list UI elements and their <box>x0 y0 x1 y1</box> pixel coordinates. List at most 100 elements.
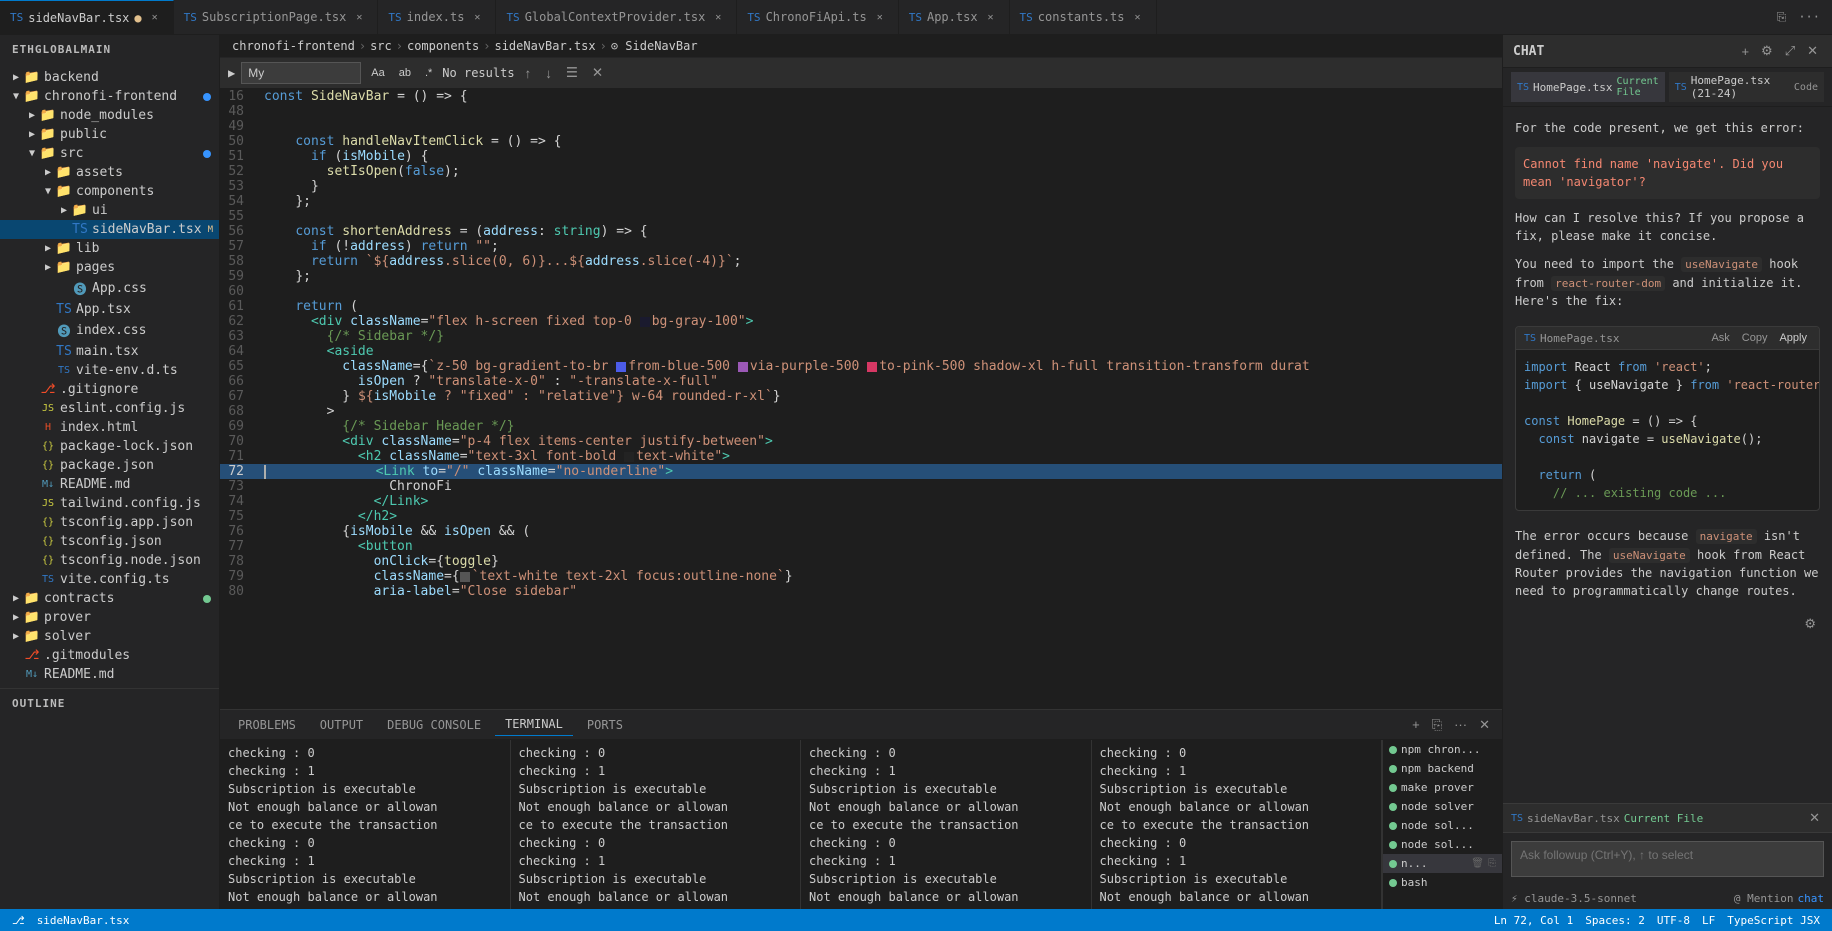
settings-chat-button[interactable]: ⚙ <box>1757 41 1777 61</box>
tab-sideNavBar[interactable]: TS sideNavBar.tsx ● ✕ <box>0 0 174 35</box>
sidebar-item-src[interactable]: ▼ 📁 src <box>0 144 219 163</box>
search-close-icon[interactable]: ▶ <box>228 66 235 80</box>
tab-close-icon[interactable]: ✕ <box>147 10 163 26</box>
sidebar-item-main-tsx[interactable]: TS main.tsx <box>0 342 219 361</box>
sidebar-item-index-html[interactable]: H index.html <box>0 418 219 437</box>
tab-close-icon[interactable]: ✕ <box>469 9 485 25</box>
ask-button[interactable]: Ask <box>1707 331 1733 345</box>
process-label: make prover <box>1401 781 1474 794</box>
process-split[interactable]: ⎘ <box>1488 858 1496 869</box>
sidebar-item-prover[interactable]: ▶ 📁 prover <box>0 608 219 627</box>
terminal-line: Not enough balance or allowan <box>1100 798 1374 816</box>
sidebar-item-sideNavBar[interactable]: TS sideNavBar.tsx M <box>0 220 219 239</box>
tab-appTsx[interactable]: TS App.tsx ✕ <box>899 0 1010 35</box>
process-action[interactable]: 🗑 <box>1471 858 1484 869</box>
terminal-process-npm-backend[interactable]: npm backend <box>1383 759 1502 778</box>
sidebar-item-ui[interactable]: ▶ 📁 ui <box>0 201 219 220</box>
sidebar-item-lib[interactable]: ▶ 📁 lib <box>0 239 219 258</box>
chat-mention-button[interactable]: @ Mention <box>1734 892 1794 905</box>
search-input[interactable] <box>241 62 361 84</box>
sidebar-item-tsconfig-app[interactable]: {} tsconfig.app.json <box>0 513 219 532</box>
sidebar-item-pkg-lock[interactable]: {} package-lock.json <box>0 437 219 456</box>
terminal-pane-3[interactable]: checking : 0 checking : 1 Subscription i… <box>801 740 1092 909</box>
terminal-pane-2[interactable]: checking : 0 checking : 1 Subscription i… <box>511 740 802 909</box>
code-line-77: 77 <button <box>220 539 1502 554</box>
add-chat-button[interactable]: + <box>1737 41 1753 61</box>
whole-word-button[interactable]: ab <box>395 65 415 81</box>
sidebar-item-vite-env[interactable]: TS vite-env.d.ts <box>0 361 219 380</box>
tab-close-icon[interactable]: ✕ <box>983 9 999 25</box>
sidebar-item-eslint[interactable]: JS eslint.config.js <box>0 399 219 418</box>
tab-constants[interactable]: TS constants.ts ✕ <box>1010 0 1157 35</box>
sidebar-item-readme-root[interactable]: M↓ README.md <box>0 665 219 684</box>
regex-button[interactable]: .* <box>421 65 436 81</box>
chat-ref-homepage-code[interactable]: TS HomePage.tsx (21-24) Code <box>1669 72 1824 102</box>
sidebar-item-chronofi-frontend[interactable]: ▼ 📁 chronofi-frontend <box>0 87 219 106</box>
terminal-process-bash[interactable]: bash <box>1383 873 1502 892</box>
prev-match-button[interactable]: ↑ <box>521 64 536 83</box>
tab-subscriptionPage[interactable]: TS SubscriptionPage.tsx ✕ <box>174 0 379 35</box>
sidebar-item-pkg-json[interactable]: {} package.json <box>0 456 219 475</box>
terminal-process-n[interactable]: n... 🗑 ⎘ <box>1383 854 1502 873</box>
apply-button[interactable]: Apply <box>1775 331 1811 345</box>
sidebar-item-vite-config[interactable]: TS vite.config.ts <box>0 570 219 589</box>
tab-debug-console[interactable]: DEBUG CONSOLE <box>377 714 491 736</box>
next-match-button[interactable]: ↓ <box>541 64 556 83</box>
sidebar-item-solver[interactable]: ▶ 📁 solver <box>0 627 219 646</box>
add-terminal-button[interactable]: + <box>1408 715 1424 734</box>
tab-close-icon[interactable]: ✕ <box>1130 9 1146 25</box>
terminal-process-make-prover[interactable]: make prover <box>1383 778 1502 797</box>
sidebar-item-assets[interactable]: ▶ 📁 assets <box>0 163 219 182</box>
terminal-process-npm-chron[interactable]: npm chron... <box>1383 740 1502 759</box>
sidebar-item-gitignore[interactable]: ⎇ .gitignore <box>0 380 219 399</box>
toggle-list-button[interactable]: ☰ <box>562 63 582 83</box>
code-editor[interactable]: 16 const SideNavBar = () => { 48 49 <box>220 89 1502 709</box>
split-editor-icon[interactable]: ⎘ <box>1773 8 1791 27</box>
sidebar-item-tailwind[interactable]: JS tailwind.config.js <box>0 494 219 513</box>
more-tabs-icon[interactable]: ··· <box>1794 8 1824 26</box>
line-content: if (!address) return ""; <box>260 239 1502 254</box>
sidebar-item-index-css[interactable]: 🅢 index.css <box>0 319 219 342</box>
tab-close-icon[interactable]: ✕ <box>710 9 726 25</box>
chat-ref-homepage[interactable]: TS HomePage.tsx Current File <box>1511 72 1665 102</box>
tab-index[interactable]: TS index.ts ✕ <box>378 0 496 35</box>
tab-problems[interactable]: PROBLEMS <box>228 714 306 736</box>
terminal-process-node-sol2[interactable]: node sol... <box>1383 835 1502 854</box>
code-line-56: 56 const shortenAddress = (address: stri… <box>220 224 1502 239</box>
remove-ref-button[interactable]: ✕ <box>1805 808 1824 828</box>
close-search-button[interactable]: ✕ <box>588 63 607 83</box>
tab-close-icon[interactable]: ✕ <box>351 9 367 25</box>
terminal-process-node-solver[interactable]: node solver <box>1383 797 1502 816</box>
sidebar-item-tsconfig-node[interactable]: {} tsconfig.node.json <box>0 551 219 570</box>
sidebar-item-backend[interactable]: ▶ 📁 backend <box>0 68 219 87</box>
tab-globalContext[interactable]: TS GlobalContextProvider.tsx ✕ <box>496 0 737 35</box>
tab-close-icon[interactable]: ✕ <box>872 9 888 25</box>
tab-output[interactable]: OUTPUT <box>310 714 373 736</box>
terminal-pane-4[interactable]: checking : 0 checking : 1 Subscription i… <box>1092 740 1383 909</box>
close-terminal-button[interactable]: ✕ <box>1475 715 1494 735</box>
sidebar-item-contracts[interactable]: ▶ 📁 contracts <box>0 589 219 608</box>
tab-chronoFiApi[interactable]: TS ChronoFiApi.ts ✕ <box>737 0 898 35</box>
sidebar-item-gitmodules[interactable]: ⎇ .gitmodules <box>0 646 219 665</box>
more-terminal-button[interactable]: ··· <box>1450 715 1471 734</box>
tab-terminal[interactable]: TERMINAL <box>495 713 573 736</box>
expand-chat-button[interactable]: ⤢ <box>1781 41 1799 61</box>
chat-settings-button[interactable]: ⚙ <box>1800 614 1820 634</box>
sidebar-item-app-css[interactable]: 🅢 App.css <box>0 277 219 300</box>
sidebar-item-components[interactable]: ▼ 📁 components <box>0 182 219 201</box>
terminal-pane-1[interactable]: checking : 0 checking : 1 Subscription i… <box>220 740 511 909</box>
close-chat-button[interactable]: ✕ <box>1803 41 1822 61</box>
sidebar-item-public[interactable]: ▶ 📁 public <box>0 125 219 144</box>
tab-ports[interactable]: PORTS <box>577 714 633 736</box>
sidebar-item-pages[interactable]: ▶ 📁 pages <box>0 258 219 277</box>
split-terminal-button[interactable]: ⎘ <box>1428 715 1446 735</box>
sidebar-item-tsconfig[interactable]: {} tsconfig.json <box>0 532 219 551</box>
sidebar-item-app-tsx[interactable]: TS App.tsx <box>0 300 219 319</box>
chat-input[interactable] <box>1511 841 1824 877</box>
chat-link[interactable]: chat <box>1798 892 1825 905</box>
copy-button[interactable]: Copy <box>1738 331 1772 345</box>
sidebar-item-readme[interactable]: M↓ README.md <box>0 475 219 494</box>
sidebar-item-node-modules[interactable]: ▶ 📁 node_modules <box>0 106 219 125</box>
terminal-process-node-sol1[interactable]: node sol... <box>1383 816 1502 835</box>
match-case-button[interactable]: Aa <box>367 65 388 81</box>
